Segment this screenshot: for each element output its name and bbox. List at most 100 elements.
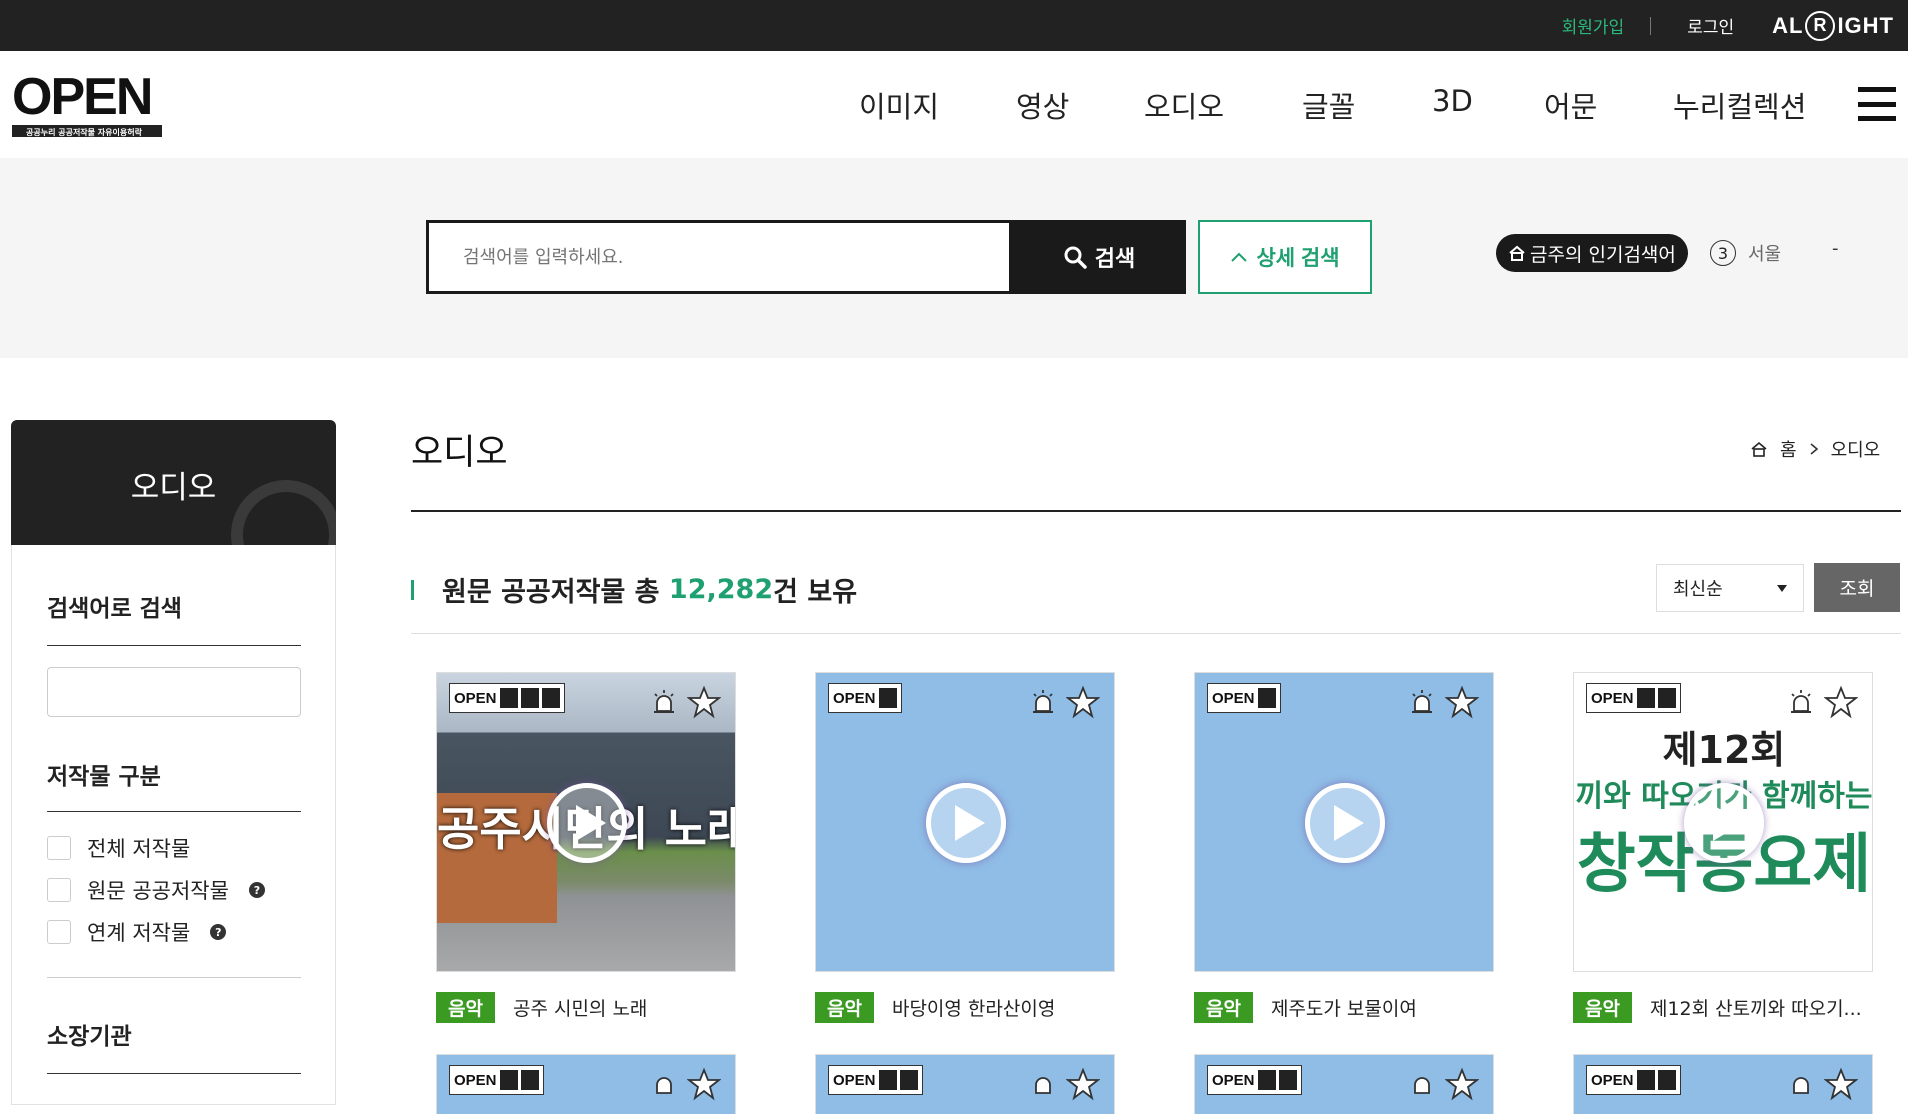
star-icon[interactable] [1066,1067,1100,1101]
card-title[interactable]: 제12회 산토끼와 따오기... [1650,994,1862,1021]
count-suffix: 건 보유 [773,577,858,608]
card-title[interactable]: 제주도가 보물이여 [1271,994,1417,1021]
audio-card[interactable]: 제12회 끼와 따오기가 함께하는 창작동요제 OPEN 음악 제12회 산토끼… [1573,672,1873,1023]
audio-card[interactable]: 공주시민의 노래 OPEN 음악 공주 시민의 노래 [436,672,736,1023]
menu-icon[interactable] [1858,87,1896,121]
home-icon[interactable] [1750,441,1768,457]
audio-card[interactable]: OPEN [436,1054,736,1114]
open-logo[interactable]: OPEN 공공누리 공공저작물 자유이용허락 [12,71,164,137]
card-thumbnail[interactable]: OPEN [815,672,1115,972]
star-icon[interactable] [1445,1067,1479,1101]
nav-audio[interactable]: 오디오 [1144,84,1224,126]
view-button[interactable]: 조회 [1814,563,1900,612]
popular-keyword-link[interactable]: 서울 [1748,240,1781,266]
card-title[interactable]: 바당이영 한라산이영 [892,994,1055,1021]
play-icon-triangle [1713,805,1743,841]
card-thumbnail[interactable]: 제12회 끼와 따오기가 함께하는 창작동요제 OPEN [1573,672,1873,972]
category-tag: 음악 [1194,992,1253,1023]
play-icon[interactable] [1684,783,1764,863]
nav-video[interactable]: 영상 [1016,84,1069,126]
utility-divider [1650,16,1652,35]
utility-links: 회원가입 로그인 AL R IGHT [1562,0,1894,51]
checkbox[interactable] [47,878,71,902]
filter-linked-label: 연계 저작물 [87,921,191,945]
sidebar-title: 오디오 [130,470,217,506]
open-logo-text: OPEN [12,68,153,126]
star-icon[interactable] [1066,685,1100,719]
checkbox[interactable] [47,920,71,944]
play-icon[interactable] [547,783,627,863]
checkbox[interactable] [47,836,71,860]
card-caption: 음악 바당이영 한라산이영 [815,992,1115,1023]
join-link[interactable]: 회원가입 [1562,13,1625,38]
audio-card[interactable]: OPEN 음악 제주도가 보물이여 [1194,672,1494,1023]
star-icon[interactable] [687,685,721,719]
filter-original[interactable]: 원문 공공저작물 ? [47,875,265,905]
alarm-icon[interactable] [1786,687,1816,717]
license-icon [499,1070,518,1090]
nav-literature[interactable]: 어문 [1544,84,1597,126]
star-icon[interactable] [687,1067,721,1101]
play-icon[interactable] [1305,783,1385,863]
help-icon[interactable]: ? [248,882,265,898]
breadcrumb-current: 오디오 [1830,440,1881,461]
alarm-icon[interactable] [649,687,679,717]
chevron-right-icon [1810,443,1818,455]
license-icon [878,688,897,708]
star-icon[interactable] [1445,685,1479,719]
audio-card[interactable]: OPEN 음악 바당이영 한라산이영 [815,672,1115,1023]
license-icon [1257,688,1276,708]
caret-down-icon [1777,584,1787,592]
open-license-badge-text: OPEN [833,1071,876,1089]
alarm-icon[interactable] [1407,687,1437,717]
card-actions [649,1067,721,1101]
nav-3d[interactable]: 3D [1432,84,1473,118]
open-license-badge-text: OPEN [1591,689,1634,707]
detail-search-label: 상세 검색 [1256,247,1340,270]
menu-icon-bar [1858,87,1896,92]
nav-font[interactable]: 글꼴 [1302,84,1355,126]
alarm-icon[interactable] [1028,687,1058,717]
nav-image[interactable]: 이미지 [859,84,939,126]
alarm-icon[interactable] [1407,1069,1437,1099]
sort-select[interactable]: 최신순 [1656,564,1804,612]
audio-card[interactable]: OPEN [1194,1054,1494,1114]
search-input[interactable] [429,223,1009,291]
card-actions [1028,1067,1100,1101]
card-actions [1407,1067,1479,1101]
nav-nuri-collection[interactable]: 누리컬렉션 [1673,84,1806,126]
alarm-icon[interactable] [1786,1069,1816,1099]
card-thumbnail[interactable]: 공주시민의 노래 OPEN [436,672,736,972]
sidebar-keyword-input[interactable] [47,667,301,717]
audio-card[interactable]: OPEN [1573,1054,1873,1114]
filter-all-label: 전체 저작물 [87,837,191,861]
license-icon [1257,1070,1276,1090]
sidebar-header: 오디오 [11,420,336,545]
license-icon [541,688,560,708]
card-caption: 음악 제12회 산토끼와 따오기... [1573,992,1873,1023]
menu-icon-bar [1858,101,1896,107]
license-icon [1278,1070,1297,1090]
rank-change: - [1832,238,1839,259]
help-icon[interactable]: ? [210,924,227,940]
search-button[interactable]: 검색 [1012,220,1186,294]
alarm-icon[interactable] [649,1069,679,1099]
license-icon [1657,688,1676,708]
alarm-icon[interactable] [1028,1069,1058,1099]
count-value: 12,282 [668,574,774,605]
breadcrumb-home[interactable]: 홈 [1780,436,1797,462]
filter-linked[interactable]: 연계 저작물 ? [47,917,227,947]
license-icon [878,1070,897,1090]
login-link[interactable]: 로그인 [1687,13,1734,38]
audio-card[interactable]: OPEN [815,1054,1115,1114]
star-icon[interactable] [1824,685,1858,719]
detail-search-button[interactable]: 상세 검색 [1198,220,1372,294]
star-icon[interactable] [1824,1067,1858,1101]
filter-all[interactable]: 전체 저작물 [47,833,190,863]
alright-logo[interactable]: AL R IGHT [1772,10,1894,41]
card-title[interactable]: 공주 시민의 노래 [513,994,647,1021]
open-license-badge: OPEN [1586,683,1681,713]
card-thumbnail[interactable]: OPEN [1194,672,1494,972]
play-icon[interactable] [926,783,1006,863]
filter-original-label: 원문 공공저작물 [87,879,229,903]
